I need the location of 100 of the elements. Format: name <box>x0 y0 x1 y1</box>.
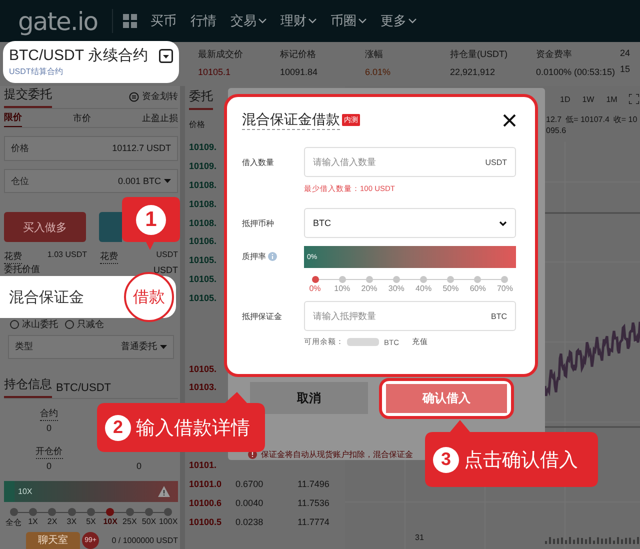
slider-label: 0% <box>309 284 321 293</box>
option-label: 冰山委托 <box>22 318 58 332</box>
ohlc-value: 12.7 <box>546 114 562 124</box>
price-cell: 10101.0 <box>189 478 222 489</box>
order-type-tab[interactable]: 止盈止损 <box>142 110 178 126</box>
slider-dot[interactable] <box>392 276 400 283</box>
slider-dot[interactable] <box>338 276 346 283</box>
slider-dot[interactable] <box>164 508 172 516</box>
transfer-link[interactable]: 资金划转 <box>129 90 178 103</box>
logo[interactable]: gate.io <box>18 6 98 36</box>
dropdown-icon[interactable] <box>159 48 173 62</box>
nav-menu-item[interactable]: 币圈 <box>330 12 367 30</box>
interval-tab[interactable]: 1D <box>560 94 570 104</box>
nav-menu-item[interactable]: 行情 <box>190 12 217 30</box>
nav-menu-item[interactable]: 买币 <box>150 12 177 30</box>
cost-value: USDT <box>156 250 178 262</box>
apps-grid-icon[interactable] <box>122 14 137 28</box>
slider-dot[interactable] <box>86 508 95 516</box>
slider-dot[interactable] <box>48 508 56 516</box>
field-value: 0 <box>46 461 52 472</box>
radio-button[interactable] <box>65 320 74 330</box>
field-value: 0 <box>136 461 142 472</box>
callout-text: 点击确认借入 <box>464 448 578 472</box>
callout-text: 输入借款详情 <box>136 416 250 440</box>
slider-label: 10X <box>103 516 118 526</box>
slider-dot[interactable] <box>144 508 153 516</box>
ohlc-value: 收= 10 <box>613 114 638 124</box>
amount-cell-text: 0.6700 <box>236 478 264 489</box>
close-icon[interactable] <box>503 114 516 126</box>
coin-select[interactable]: BTC <box>304 208 516 238</box>
price-cell: 10103. <box>189 382 217 392</box>
nav-menu-item[interactable]: 理财 <box>280 12 317 30</box>
stat-value: 10091.84 <box>280 67 319 77</box>
order-button[interactable] <box>99 212 122 242</box>
price-cell: 10101. <box>189 460 217 470</box>
margin-usage: 0 / 1000000 USDT <box>112 536 178 545</box>
stat-label: 最新成交价 <box>198 48 244 61</box>
slider-dot[interactable] <box>420 276 428 283</box>
buy-button[interactable]: 买入做多 <box>4 212 86 242</box>
slider-dot[interactable] <box>366 276 373 283</box>
cost-value: 1.03 USDT <box>47 250 87 262</box>
nav-menu-item[interactable]: 更多 <box>380 12 417 30</box>
chevron-icon <box>358 18 367 24</box>
input-field[interactable]: 请输入抵押数量 BTC <box>304 301 516 331</box>
slider-dot[interactable] <box>501 276 508 283</box>
order-type-tab[interactable]: 市价 <box>73 110 91 126</box>
total-cell: 11.7774 <box>298 516 330 527</box>
order-value: USDT <box>154 264 178 275</box>
slider-dot[interactable] <box>106 508 114 516</box>
slider-dot[interactable] <box>447 276 454 283</box>
contract-selector[interactable]: BTC/USDT 永续合约 USDT结算合约 <box>3 41 179 83</box>
price-field[interactable]: 价格 10112.7 USDT <box>4 136 178 161</box>
section-title: 持仓信息 <box>4 376 52 398</box>
warning-icon <box>158 486 170 498</box>
slider-label: 30% <box>388 284 404 293</box>
fullscreen-icon[interactable] <box>629 94 640 104</box>
slider-dot[interactable] <box>312 276 318 283</box>
size-field[interactable]: 仓位 0.001 BTC <box>4 168 178 194</box>
nav-menu-item[interactable]: 交易 <box>230 12 267 30</box>
caret-icon <box>160 344 167 349</box>
slider-dot[interactable] <box>68 508 76 516</box>
slider-label: 70% <box>496 284 513 293</box>
order-value-label: 委托价值 <box>4 263 40 276</box>
price-cell: 10105. <box>189 364 217 374</box>
slider-dot[interactable] <box>474 276 482 283</box>
stat-value: 6.01% <box>365 67 392 77</box>
confirm-button[interactable]: 确认借入 <box>386 384 507 413</box>
price-cell: 10100.5 <box>189 516 222 527</box>
info-icon[interactable] <box>268 252 277 261</box>
field-label: 抵押保证金 <box>242 311 283 322</box>
slider-label: 5X <box>86 516 96 526</box>
caret-icon <box>164 179 171 184</box>
chat-button[interactable]: 聊天室 <box>26 532 80 549</box>
price-cell: 10108. <box>189 198 217 209</box>
field-label: 质押率 <box>242 251 266 262</box>
type-select[interactable]: 类型 普通委托 <box>8 334 174 360</box>
chevron-icon <box>258 18 267 24</box>
slider-label: 50X <box>142 516 156 526</box>
order-type-tab[interactable]: 限价 <box>4 109 22 127</box>
slider-label: 20% <box>361 284 378 293</box>
column-header: 价格 <box>189 118 205 130</box>
radio-button[interactable] <box>10 320 19 330</box>
slider-label: 10% <box>334 284 350 293</box>
price-cell: 10105. <box>189 255 217 266</box>
slider-dot[interactable] <box>126 508 134 516</box>
price-cell: 10106. <box>189 236 217 246</box>
ohlc-value: 095.6 <box>546 126 566 135</box>
total-cell: 11.7496 <box>298 478 330 489</box>
price-cell: 10105. <box>189 274 217 284</box>
redacted-value <box>347 338 379 346</box>
slider-dot[interactable] <box>10 508 18 516</box>
interval-tab[interactable]: 1W <box>582 94 594 104</box>
input-field[interactable]: 请输入借入数量 USDT <box>304 147 516 177</box>
stat-label: 标记价格 <box>280 48 317 61</box>
interval-tab[interactable]: 1M <box>606 94 618 104</box>
cancel-button[interactable]: 取消 <box>250 382 368 414</box>
option-label: 只减仓 <box>77 318 104 332</box>
total-cell: 11.7536 <box>298 498 330 508</box>
slider-dot[interactable] <box>28 508 37 516</box>
stat-value: 0.0100% (00:53:15) <box>536 67 616 77</box>
